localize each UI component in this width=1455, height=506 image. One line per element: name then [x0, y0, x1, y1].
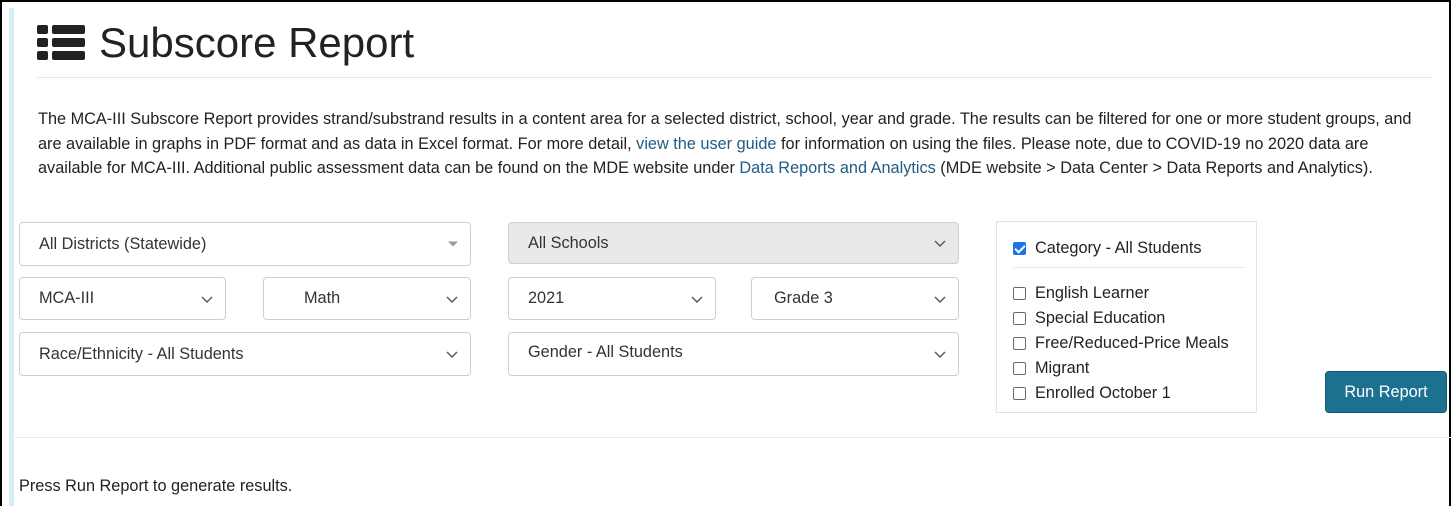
district-select[interactable]: All Districts (Statewide) — [19, 222, 471, 266]
district-select-value: All Districts (Statewide) — [39, 234, 207, 253]
enrolled-october-checkbox[interactable]: Enrolled October 1 — [1013, 384, 1171, 403]
migrant-checkbox[interactable]: Migrant — [1013, 359, 1089, 378]
chevron-down-icon — [691, 289, 703, 308]
caret-down-icon — [448, 241, 458, 247]
race-ethnicity-select[interactable]: Race/Ethnicity - All Students — [19, 332, 471, 376]
checkbox-icon[interactable] — [1013, 362, 1026, 375]
results-divider — [15, 437, 1451, 438]
checkbox-icon[interactable] — [1013, 337, 1026, 350]
run-report-button[interactable]: Run Report — [1325, 371, 1447, 413]
category-all-students-checkbox[interactable]: Category - All Students — [1013, 239, 1202, 258]
report-description: The MCA-III Subscore Report provides str… — [38, 107, 1433, 181]
grade-select[interactable]: Grade 3 — [751, 277, 959, 320]
test-select[interactable]: MCA-III — [19, 277, 226, 320]
chevron-down-icon — [934, 234, 946, 253]
category-filter-panel: Category - All Students English Learner … — [996, 221, 1257, 413]
chevron-down-icon — [446, 345, 458, 364]
chevron-down-icon — [934, 289, 946, 308]
page-title: Subscore Report — [99, 19, 415, 66]
data-reports-link[interactable]: Data Reports and Analytics — [739, 159, 935, 177]
header-divider — [37, 77, 1432, 78]
enrolled-october-label: Enrolled October 1 — [1035, 384, 1171, 402]
free-reduced-meals-checkbox[interactable]: Free/Reduced-Price Meals — [1013, 334, 1229, 353]
special-education-label: Special Education — [1035, 309, 1166, 327]
gender-select[interactable]: Gender - All Students — [508, 332, 959, 376]
page-header: Subscore Report — [37, 16, 414, 70]
panel-divider — [1013, 267, 1245, 268]
english-learner-checkbox[interactable]: English Learner — [1013, 284, 1149, 303]
checkbox-checked-icon[interactable] — [1013, 242, 1026, 255]
checkbox-icon[interactable] — [1013, 312, 1026, 325]
test-select-value: MCA-III — [39, 289, 95, 307]
category-all-students-label: Category - All Students — [1035, 239, 1202, 257]
english-learner-label: English Learner — [1035, 284, 1150, 302]
migrant-label: Migrant — [1035, 359, 1090, 377]
page-accent-bar — [9, 8, 14, 506]
gender-select-value: Gender - All Students — [528, 342, 683, 361]
free-reduced-meals-label: Free/Reduced-Price Meals — [1035, 334, 1229, 352]
user-guide-link[interactable]: view the user guide — [636, 135, 776, 153]
status-message: Press Run Report to generate results. — [19, 477, 293, 495]
year-select-value: 2021 — [528, 289, 565, 307]
chevron-down-icon — [201, 289, 213, 308]
chevron-down-icon — [934, 345, 946, 364]
grade-select-value: Grade 3 — [774, 289, 833, 307]
description-text-3: (MDE website > Data Center > Data Report… — [935, 159, 1373, 177]
subject-select[interactable]: Math — [263, 277, 471, 320]
chevron-down-icon — [446, 289, 458, 308]
school-select[interactable]: All Schools — [508, 222, 959, 264]
race-ethnicity-select-value: Race/Ethnicity - All Students — [39, 344, 244, 363]
checkbox-icon[interactable] — [1013, 387, 1026, 400]
special-education-checkbox[interactable]: Special Education — [1013, 309, 1165, 328]
year-select[interactable]: 2021 — [508, 277, 716, 320]
list-icon — [37, 25, 85, 61]
school-select-value: All Schools — [528, 233, 609, 252]
checkbox-icon[interactable] — [1013, 287, 1026, 300]
